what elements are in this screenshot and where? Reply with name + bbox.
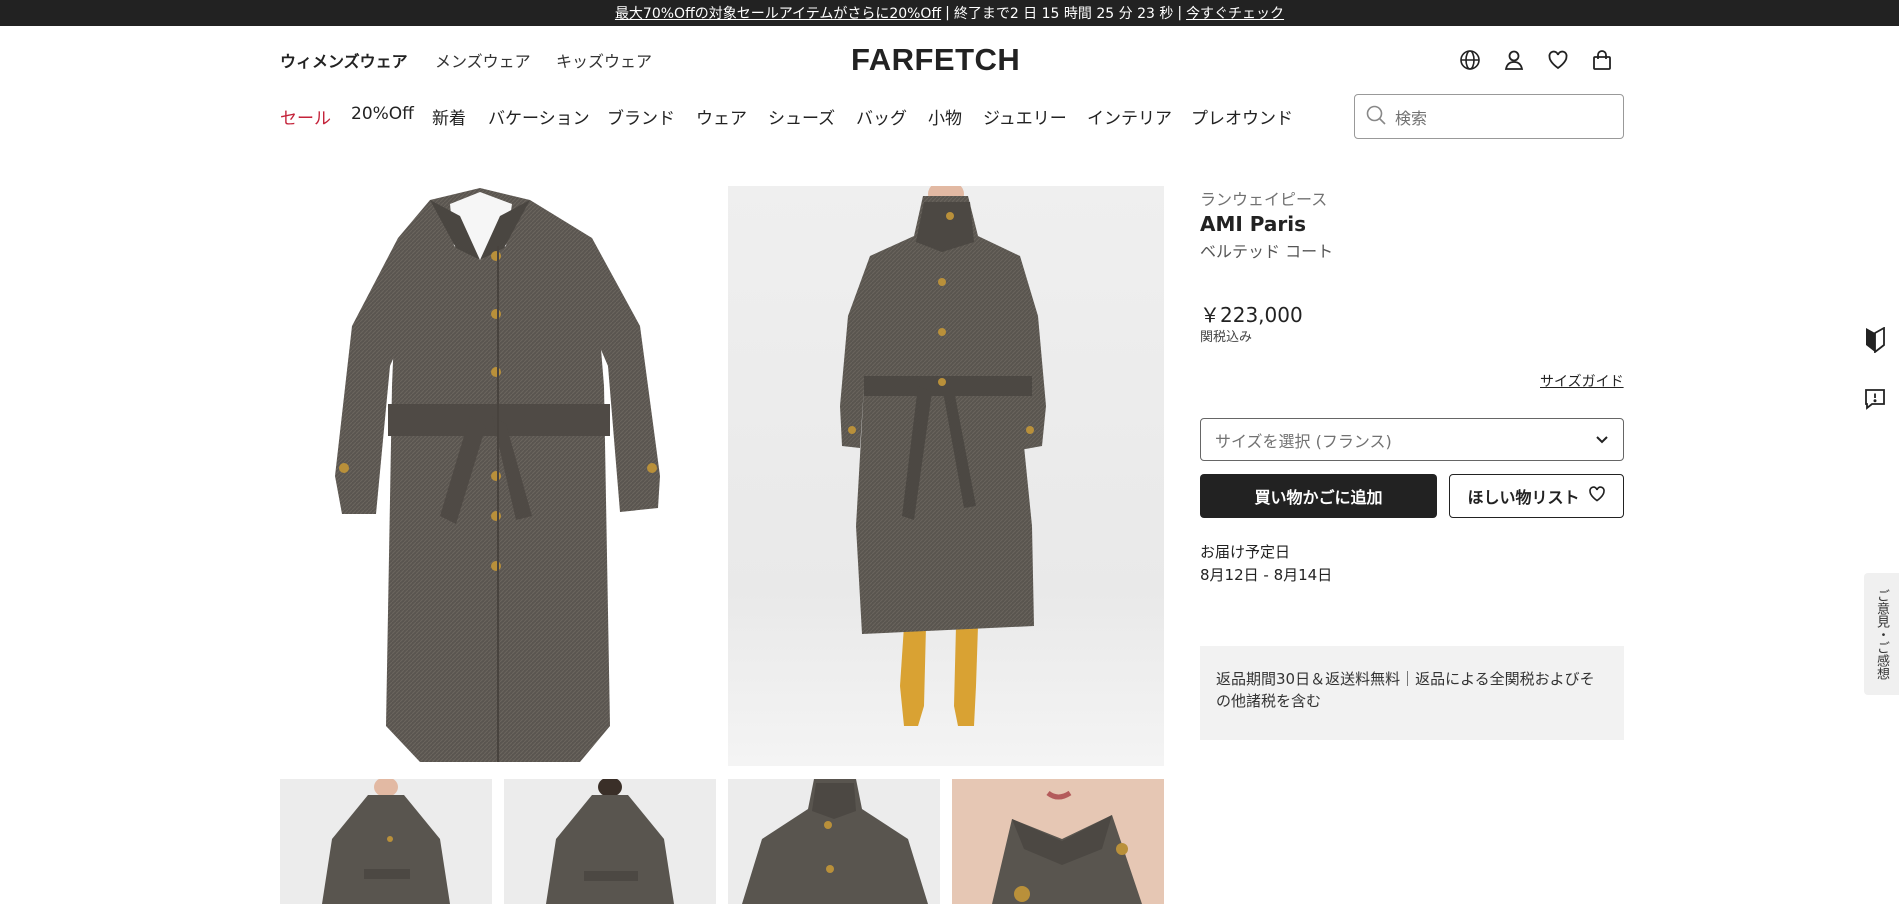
heart-icon: [1588, 485, 1606, 507]
category-nav: セール 20%Off 新着 バケーション ブランド ウェア シューズ バッグ 小…: [0, 92, 1899, 142]
cat-bags[interactable]: バッグ: [856, 104, 907, 129]
chevron-down-icon: [1595, 430, 1609, 449]
runway-label: ランウェイピース: [1200, 190, 1328, 209]
search-icon: [1365, 104, 1387, 130]
cat-preowned[interactable]: プレオウンド: [1191, 104, 1293, 129]
beginner-mark-icon[interactable]: [1861, 326, 1889, 354]
shopping-bag-icon[interactable]: [1588, 46, 1616, 74]
nav-kidswear[interactable]: キッズウェア: [556, 48, 652, 72]
countdown-text: 終了まで2 日 15 時間 25 分 23 秒: [953, 6, 1174, 22]
cat-jewelry[interactable]: ジュエリー: [983, 104, 1067, 129]
nav-womenswear[interactable]: ウィメンズウェア: [280, 48, 408, 72]
check-now-link[interactable]: 今すぐチェック: [1186, 3, 1284, 23]
wishlist-button[interactable]: ほしい物リスト: [1449, 474, 1624, 518]
cat-shoes[interactable]: シューズ: [768, 104, 835, 129]
product-thumbnail[interactable]: [728, 779, 940, 904]
site-header: ウィメンズウェア メンズウェア キッズウェア FARFETCH: [0, 26, 1899, 92]
product-thumbnail[interactable]: [280, 779, 492, 904]
banner-separator: |: [1177, 5, 1183, 21]
feedback-tab-label: ご意見・ご感想: [1874, 588, 1889, 680]
delivery-dates: 8月12日 - 8月14日: [1200, 566, 1333, 584]
size-select[interactable]: サイズを選択 (フランス): [1200, 418, 1624, 461]
product-name: ベルテッド コート: [1200, 242, 1334, 261]
chat-feedback-icon[interactable]: [1861, 385, 1889, 413]
cat-brands[interactable]: ブランド: [607, 104, 675, 129]
price: ￥223,000: [1200, 303, 1303, 327]
brand-name[interactable]: AMI Paris: [1200, 212, 1624, 236]
nav-menswear[interactable]: メンズウェア: [435, 48, 531, 72]
wishlist-label: ほしい物リスト: [1467, 488, 1580, 507]
cat-accessories[interactable]: 小物: [928, 104, 962, 129]
cat-20off[interactable]: 20%Off: [351, 104, 414, 124]
cat-interior[interactable]: インテリア: [1087, 104, 1172, 129]
cat-new-in[interactable]: 新着: [432, 104, 466, 129]
feedback-tab[interactable]: ご意見・ご感想: [1864, 573, 1899, 695]
cat-sale[interactable]: セール: [280, 104, 331, 129]
tax-note: 関税込み: [1200, 330, 1253, 345]
search-placeholder: 検索: [1395, 108, 1428, 128]
product-thumbnail[interactable]: [504, 779, 716, 904]
product-image-model[interactable]: [728, 186, 1164, 766]
returns-info-box: 返品期間30日＆返送料無料｜返品による全関税およびその他諸税を含む: [1200, 646, 1624, 740]
globe-icon[interactable]: [1456, 46, 1484, 74]
cat-vacation[interactable]: バケーション: [488, 104, 590, 129]
product-image-main[interactable]: [280, 186, 717, 766]
add-to-bag-button[interactable]: 買い物かごに追加: [1200, 474, 1437, 518]
wishlist-heart-icon[interactable]: [1544, 46, 1572, 74]
size-select-placeholder: サイズを選択 (フランス): [1215, 431, 1392, 451]
search-input[interactable]: 検索: [1354, 94, 1624, 139]
product-info: ランウェイピース AMI Paris ベルテッド コート: [1200, 186, 1624, 262]
size-guide-link[interactable]: サイズガイド: [1540, 371, 1624, 391]
returns-text: 返品期間30日＆返送料無料｜返品による全関税およびその他諸税を含む: [1216, 670, 1595, 710]
product-thumbnail[interactable]: [952, 779, 1164, 904]
promo-link[interactable]: 最大70%Offの対象セールアイテムがさらに20%Off: [615, 3, 941, 23]
farfetch-logo[interactable]: FARFETCH: [851, 42, 1020, 78]
account-icon[interactable]: [1500, 46, 1528, 74]
add-to-bag-label: 買い物かごに追加: [1254, 488, 1383, 507]
cat-clothing[interactable]: ウェア: [696, 104, 747, 129]
delivery-label: お届け予定日: [1200, 543, 1291, 561]
promo-banner: 最大70%Offの対象セールアイテムがさらに20%Off | 終了まで2 日 1…: [0, 0, 1899, 26]
banner-separator: |: [945, 5, 950, 21]
